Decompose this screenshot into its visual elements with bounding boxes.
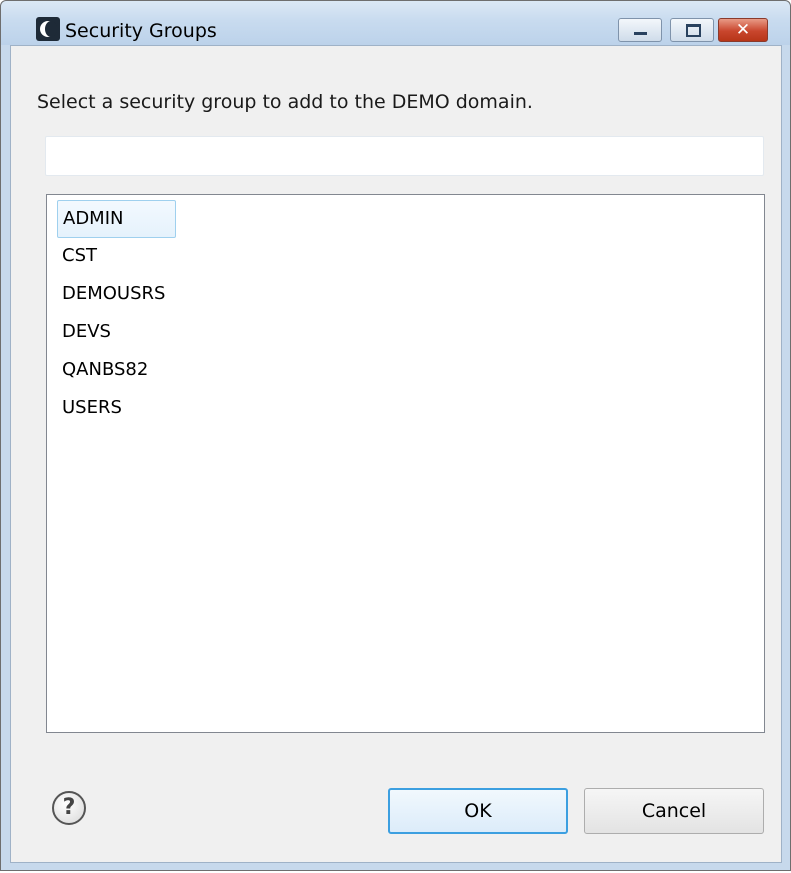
title-bar[interactable]: Security Groups ✕: [1, 1, 790, 45]
list-item-demousrs[interactable]: DEMOUSRS: [57, 276, 170, 312]
maximize-icon: [686, 24, 701, 37]
maximize-button[interactable]: [670, 18, 714, 42]
app-logo-icon: [36, 17, 60, 41]
minimize-button[interactable]: [618, 18, 662, 42]
list-item-qanbs82[interactable]: QANBS82: [57, 352, 153, 388]
close-icon: ✕: [735, 20, 751, 40]
minimize-icon: [634, 32, 647, 35]
list-item-admin[interactable]: ADMIN: [57, 200, 176, 238]
window-title: Security Groups: [65, 20, 217, 42]
instruction-text: Select a security group to add to the DE…: [37, 91, 533, 113]
help-icon[interactable]: ?: [52, 791, 86, 825]
filter-input[interactable]: [45, 136, 764, 176]
cancel-button[interactable]: Cancel: [584, 788, 764, 834]
list-item-devs[interactable]: DEVS: [57, 314, 116, 350]
close-button[interactable]: ✕: [718, 18, 768, 42]
ok-button[interactable]: OK: [388, 788, 568, 834]
security-group-list[interactable]: ADMIN CST DEMOUSRS DEVS QANBS82 USERS: [46, 194, 765, 733]
list-item-users[interactable]: USERS: [57, 390, 127, 426]
list-item-cst[interactable]: CST: [57, 238, 102, 274]
